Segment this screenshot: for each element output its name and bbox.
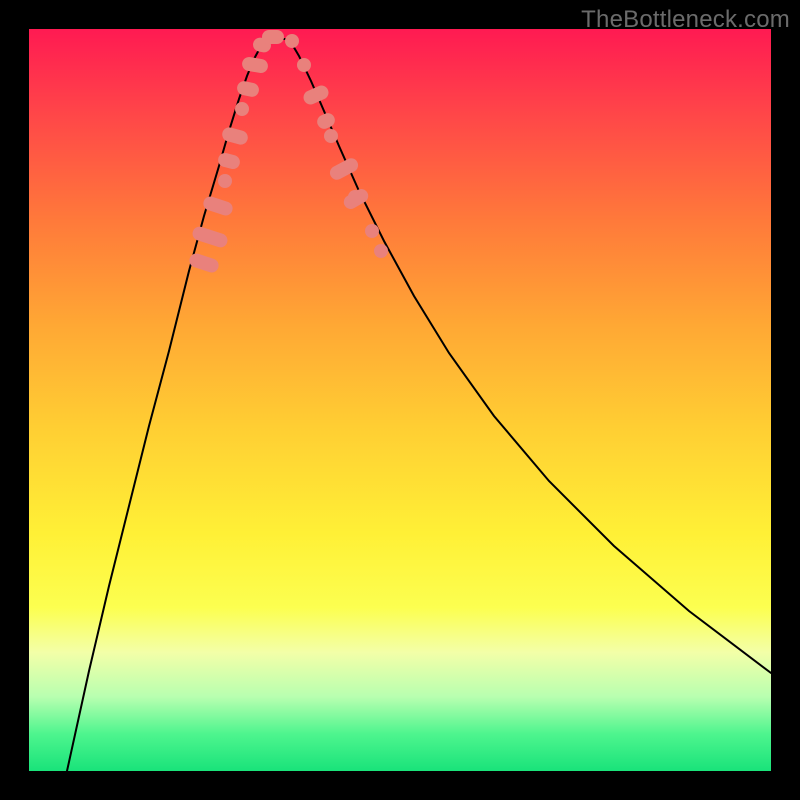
chart-plot-area: [29, 29, 771, 771]
watermark-text: TheBottleneck.com: [581, 6, 790, 34]
